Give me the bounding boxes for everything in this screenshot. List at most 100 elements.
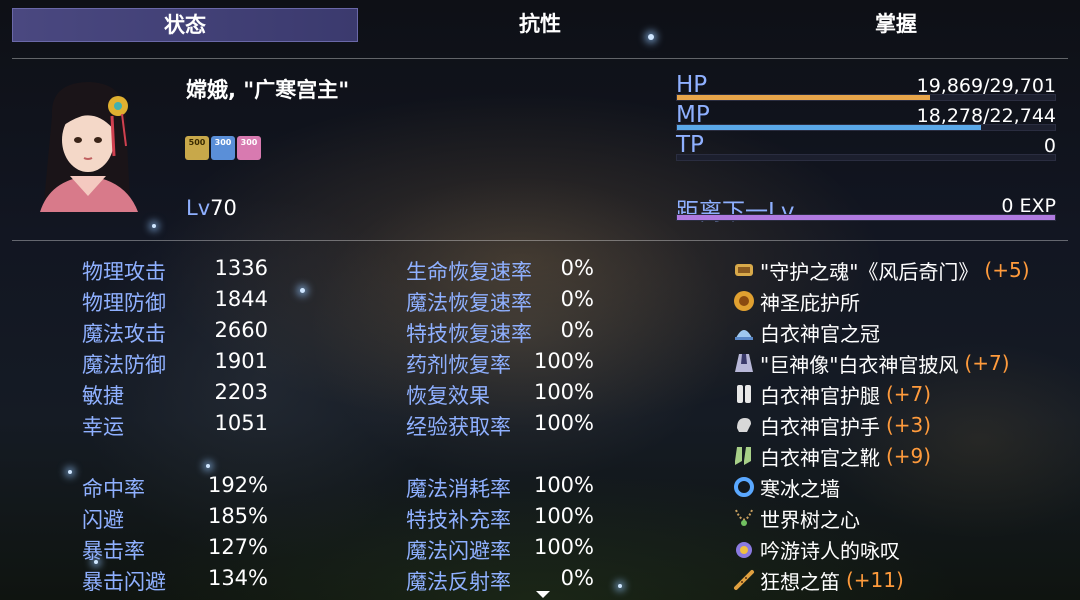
equipment-slot-ring[interactable]: 寒冰之墙 xyxy=(732,473,846,501)
stat-row: 魔法恢复速率 0% xyxy=(406,287,594,315)
stat-row: 物理攻击 1336 xyxy=(82,256,268,284)
equipment-slot-necklace[interactable]: 世界树之心 xyxy=(732,504,866,532)
stat-value: 100% xyxy=(533,504,594,528)
scroll-icon xyxy=(732,258,756,282)
stat-value: 0% xyxy=(560,566,594,590)
tab-bar: 状态 抗性 掌握 xyxy=(0,0,1080,48)
level-value: 70 xyxy=(210,196,237,220)
stat-label: 物理攻击 xyxy=(82,260,166,284)
stat-label: 闪避 xyxy=(82,508,124,532)
ring-icon xyxy=(732,475,756,499)
stat-value: 134% xyxy=(207,566,268,590)
stat-label: 魔法反射率 xyxy=(406,570,511,594)
tab-status[interactable]: 状态 xyxy=(12,8,358,42)
stat-row: 魔法反射率 0% xyxy=(406,566,594,594)
stat-row: 暴击率 127% xyxy=(82,535,268,563)
level-display: Lv70 xyxy=(186,196,237,220)
stat-value: 1901 xyxy=(214,349,268,373)
crystal-icon: 300 xyxy=(211,136,235,160)
equipment-name: 白衣神官之靴 xyxy=(760,445,880,470)
hp-fill xyxy=(677,95,930,100)
equipment-slot-legs[interactable]: 白衣神官护腿 (+7) xyxy=(732,380,931,408)
character-name: 嫦娥, "广寒宫主" xyxy=(186,78,350,102)
stat-label: 幸运 xyxy=(82,415,124,439)
divider xyxy=(12,58,1068,59)
equipment-slot-hands[interactable]: 白衣神官护手 (+3) xyxy=(732,411,931,439)
equipment-slot-amulet[interactable]: 吟游诗人的咏叹 xyxy=(732,535,906,563)
stat-row: 魔法闪避率 100% xyxy=(406,535,594,563)
hp-gauge: HP 19,869/29,701 xyxy=(676,72,1056,102)
stat-row: 特技恢复速率 0% xyxy=(406,318,594,346)
stat-value: 100% xyxy=(533,473,594,497)
tab-resistance[interactable]: 抗性 xyxy=(368,8,712,40)
stat-row: 魔法攻击 2660 xyxy=(82,318,268,346)
mp-track xyxy=(676,124,1056,131)
stat-label: 魔法防御 xyxy=(82,353,166,377)
stat-value: 100% xyxy=(533,535,594,559)
stat-value: 1051 xyxy=(214,411,268,435)
scroll-down-arrow[interactable] xyxy=(536,591,550,598)
stat-label: 药剂恢复率 xyxy=(406,353,511,377)
equipment-slot-accessory[interactable]: "守护之魂"《风后奇门》 (+5) xyxy=(732,256,1030,284)
stat-label: 暴击闪避 xyxy=(82,570,166,594)
stat-label: 魔法闪避率 xyxy=(406,539,511,563)
stat-value: 0% xyxy=(560,287,594,311)
enhance-level: (+9) xyxy=(886,444,932,468)
equipment-slot-weapon[interactable]: 狂想之笛 (+11) xyxy=(732,566,904,594)
stat-label: 恢复效果 xyxy=(406,384,490,408)
stat-value: 2660 xyxy=(214,318,268,342)
gauntlet-icon xyxy=(732,413,756,437)
equipment-name: 神圣庇护所 xyxy=(760,290,860,315)
exp-fill xyxy=(677,215,1055,220)
equipment-name: 世界树之心 xyxy=(760,507,860,532)
sparkle-effect xyxy=(300,288,305,293)
stat-value: 0% xyxy=(560,318,594,342)
stat-label: 命中率 xyxy=(82,477,145,501)
divider xyxy=(12,240,1068,241)
stat-label: 魔法恢复速率 xyxy=(406,291,532,315)
equipment-name: 白衣神官护腿 xyxy=(760,383,880,408)
sparkle-effect xyxy=(206,464,210,468)
stat-label: 生命恢复速率 xyxy=(406,260,532,284)
character-portrait xyxy=(30,76,148,212)
equipment-name: "巨神像"白衣神官披风 xyxy=(760,352,959,377)
necklace-icon xyxy=(732,506,756,530)
equipment-slot-cloak[interactable]: "巨神像"白衣神官披风 (+7) xyxy=(732,349,1010,377)
stat-value: 192% xyxy=(207,473,268,497)
equipment-slot-head[interactable]: 白衣神官之冠 xyxy=(732,318,886,346)
tp-gauge: TP 0 xyxy=(676,132,1056,162)
stat-value: 100% xyxy=(533,380,594,404)
stat-value: 1336 xyxy=(214,256,268,280)
tp-track xyxy=(676,154,1056,161)
tab-mastery[interactable]: 掌握 xyxy=(724,8,1068,40)
equipment-name: 白衣神官护手 xyxy=(760,414,880,439)
stat-row: 幸运 1051 xyxy=(82,411,268,439)
stat-row: 命中率 192% xyxy=(82,473,268,501)
equipment-name: 白衣神官之冠 xyxy=(760,321,880,346)
cloak-icon xyxy=(732,351,756,375)
mp-gauge: MP 18,278/22,744 xyxy=(676,102,1056,132)
stat-row: 经验获取率 100% xyxy=(406,411,594,439)
exp-gauge: 距离下一Lv 0 EXP xyxy=(676,192,1056,225)
mp-fill xyxy=(677,125,981,130)
badge-row: 500 300 300 xyxy=(185,136,261,160)
stat-row: 魔法消耗率 100% xyxy=(406,473,594,501)
stat-label: 特技恢复速率 xyxy=(406,322,532,346)
stat-value: 127% xyxy=(207,535,268,559)
equipment-slot-shield[interactable]: 神圣庇护所 xyxy=(732,287,866,315)
stat-label: 物理防御 xyxy=(82,291,166,315)
stat-row: 恢复效果 100% xyxy=(406,380,594,408)
stat-value: 100% xyxy=(533,411,594,435)
equipment-slot-feet[interactable]: 白衣神官之靴 (+9) xyxy=(732,442,931,470)
stat-label: 魔法攻击 xyxy=(82,322,166,346)
stat-row: 暴击闪避 134% xyxy=(82,566,268,594)
stat-value: 100% xyxy=(533,349,594,373)
enhance-level: (+5) xyxy=(984,258,1030,282)
equipment-name: 寒冰之墙 xyxy=(760,476,840,501)
stat-label: 敏捷 xyxy=(82,384,124,408)
stat-row: 生命恢复速率 0% xyxy=(406,256,594,284)
coin-icon: 500 xyxy=(185,136,209,160)
stat-row: 物理防御 1844 xyxy=(82,287,268,315)
sun-emblem-icon xyxy=(732,289,756,313)
sparkle-effect xyxy=(618,584,622,588)
